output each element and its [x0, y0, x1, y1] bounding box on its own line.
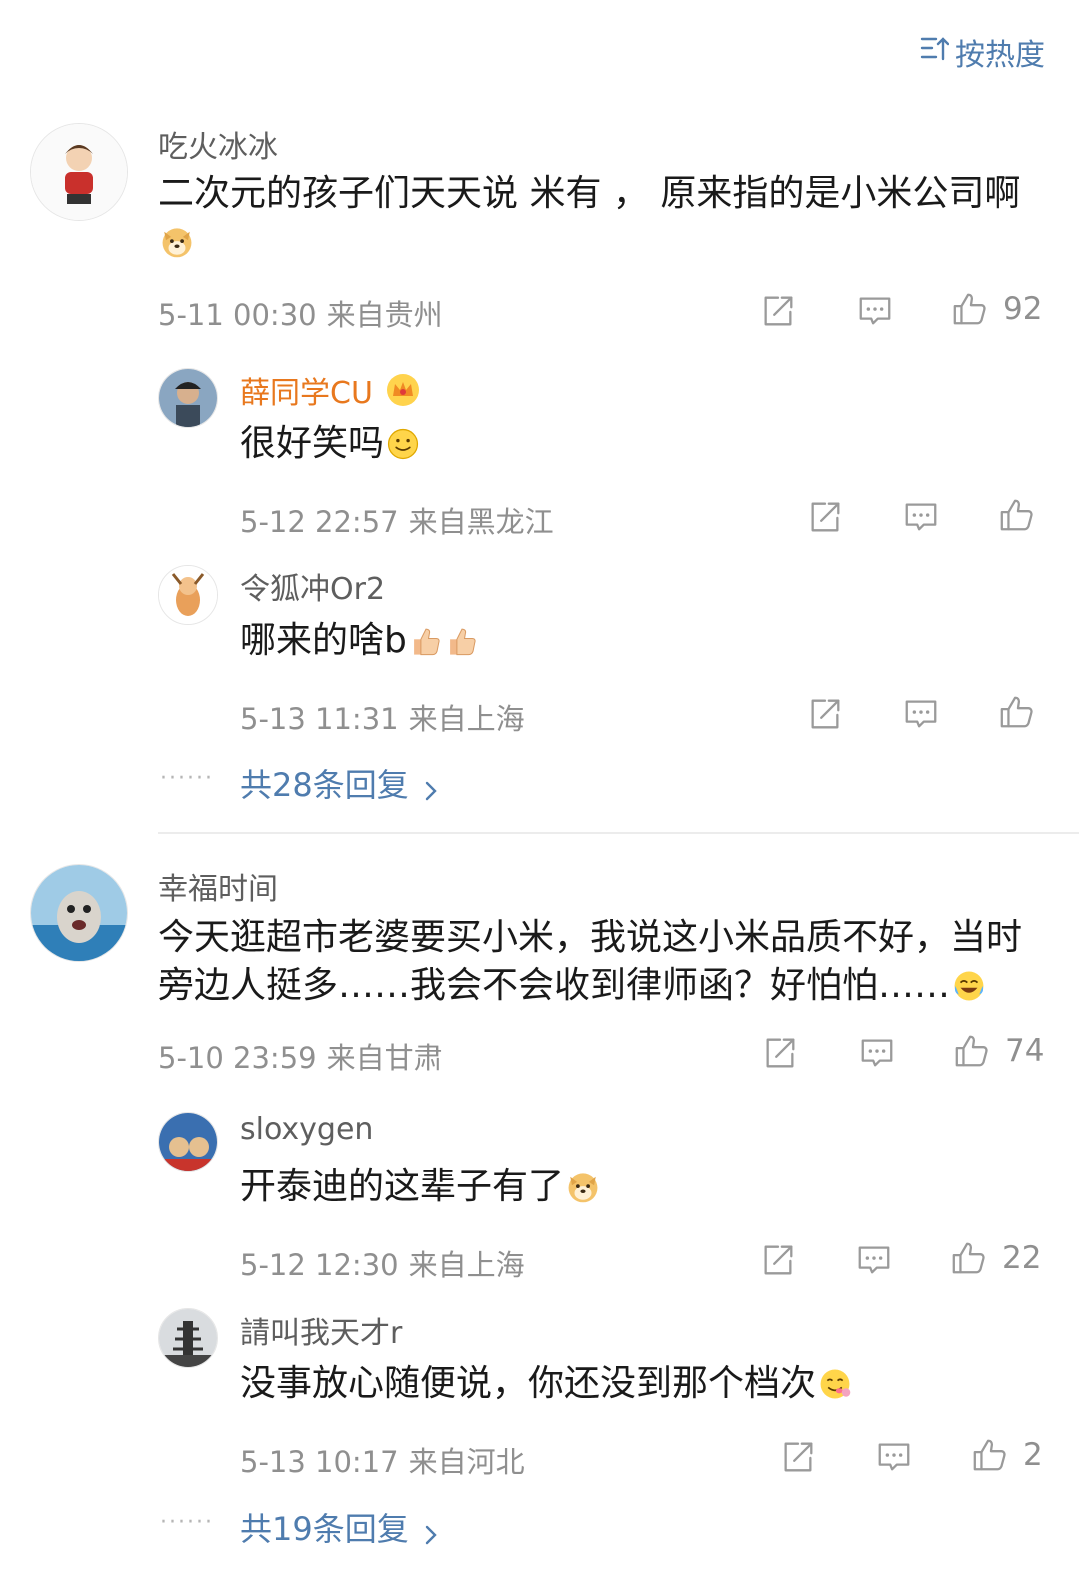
comment-source: 来自贵州	[326, 298, 443, 332]
comment-author[interactable]: 吃火冰冰	[158, 122, 278, 166]
thumbs-up-emoji	[409, 624, 443, 658]
thumbs-up-icon	[971, 1436, 1009, 1474]
like-count: 92	[1003, 291, 1043, 327]
yummy-emoji	[818, 1367, 852, 1401]
smile-emoji	[386, 427, 420, 461]
comment-icon[interactable]	[902, 498, 940, 536]
avatar[interactable]	[158, 368, 218, 428]
comment-time: 5-11 00:30	[158, 298, 317, 332]
reply-author[interactable]: sloxygen	[240, 1112, 373, 1147]
chevron-right-icon	[423, 1516, 439, 1545]
comment-meta: 5-11 00:30 来自贵州	[158, 292, 443, 334]
sort-by-heat-button[interactable]: 按热度	[919, 30, 1045, 74]
comment-icon[interactable]	[855, 1241, 893, 1279]
comment-text: 二次元的孩子们天天说 米有 ， 原来指的是小米公司啊	[158, 170, 1028, 266]
thumbs-up-icon[interactable]	[998, 693, 1036, 731]
thread-divider	[158, 832, 1079, 834]
reply-author[interactable]: 薛同学CU	[240, 368, 421, 412]
like-count: 22	[1002, 1240, 1042, 1276]
sort-label: 按热度	[955, 38, 1045, 73]
reply-author[interactable]: 令狐冲Or2	[240, 564, 385, 608]
share-icon[interactable]	[806, 695, 844, 733]
share-icon[interactable]	[759, 1241, 797, 1279]
like-count: 74	[1005, 1033, 1045, 1069]
reply-meta: 5-12 22:57 来自黑龙江	[240, 505, 554, 539]
comment-author[interactable]: 幸福时间	[158, 864, 278, 908]
share-icon[interactable]	[761, 1034, 799, 1072]
comment-text: 今天逛超市老婆要买小米，我说这小米品质不好，当时旁边人挺多……我会不会收到律师函…	[158, 917, 1023, 1006]
comment-icon[interactable]	[902, 695, 940, 733]
thumbs-up-icon[interactable]	[998, 496, 1036, 534]
chevron-right-icon	[423, 772, 439, 801]
comment-icon[interactable]	[875, 1438, 913, 1476]
crown-badge-icon	[385, 372, 421, 408]
reply-author[interactable]: 請叫我天才r	[240, 1308, 402, 1352]
view-more-replies-link[interactable]: 共28条回复	[240, 760, 439, 806]
like-button[interactable]: 22	[950, 1239, 1041, 1277]
like-button[interactable]: 92	[951, 290, 1042, 328]
like-button[interactable]: 2	[971, 1436, 1043, 1474]
more-dots: ······	[160, 1510, 214, 1535]
reply-meta: 5-13 10:17 来自河北	[240, 1445, 525, 1479]
thumbs-up-emoji	[445, 624, 479, 658]
doge-emoji	[566, 1170, 600, 1204]
comment-meta: 5-10 23:59 来自甘肃	[158, 1041, 443, 1075]
reply-meta: 5-13 11:31 来自上海	[240, 702, 525, 736]
thumbs-up-icon	[953, 1032, 991, 1070]
share-icon[interactable]	[759, 292, 797, 330]
laugh-cry-emoji	[952, 969, 986, 1003]
more-dots: ······	[160, 766, 214, 791]
reply-text: 没事放心随便说，你还没到那个档次	[240, 1360, 852, 1408]
like-count: 2	[1023, 1437, 1043, 1473]
reply-meta: 5-12 12:30 来自上海	[240, 1248, 525, 1282]
reply-text: 哪来的啥b	[240, 617, 479, 665]
avatar[interactable]	[30, 123, 128, 221]
share-icon[interactable]	[806, 498, 844, 536]
thumbs-up-icon	[950, 1239, 988, 1277]
reply-text: 很好笑吗	[240, 420, 420, 468]
comment-icon[interactable]	[856, 292, 894, 330]
avatar[interactable]	[158, 1308, 218, 1368]
view-more-replies-link[interactable]: 共19条回复	[240, 1504, 439, 1550]
avatar[interactable]	[158, 565, 218, 625]
comment-icon[interactable]	[858, 1034, 896, 1072]
avatar[interactable]	[158, 1112, 218, 1172]
like-button[interactable]: 74	[953, 1032, 1044, 1070]
reply-text: 开泰迪的这辈子有了	[240, 1163, 600, 1211]
share-icon[interactable]	[779, 1438, 817, 1476]
doge-emoji	[160, 225, 194, 259]
avatar[interactable]	[30, 864, 128, 962]
thumbs-up-icon	[951, 290, 989, 328]
sort-icon	[919, 33, 950, 71]
